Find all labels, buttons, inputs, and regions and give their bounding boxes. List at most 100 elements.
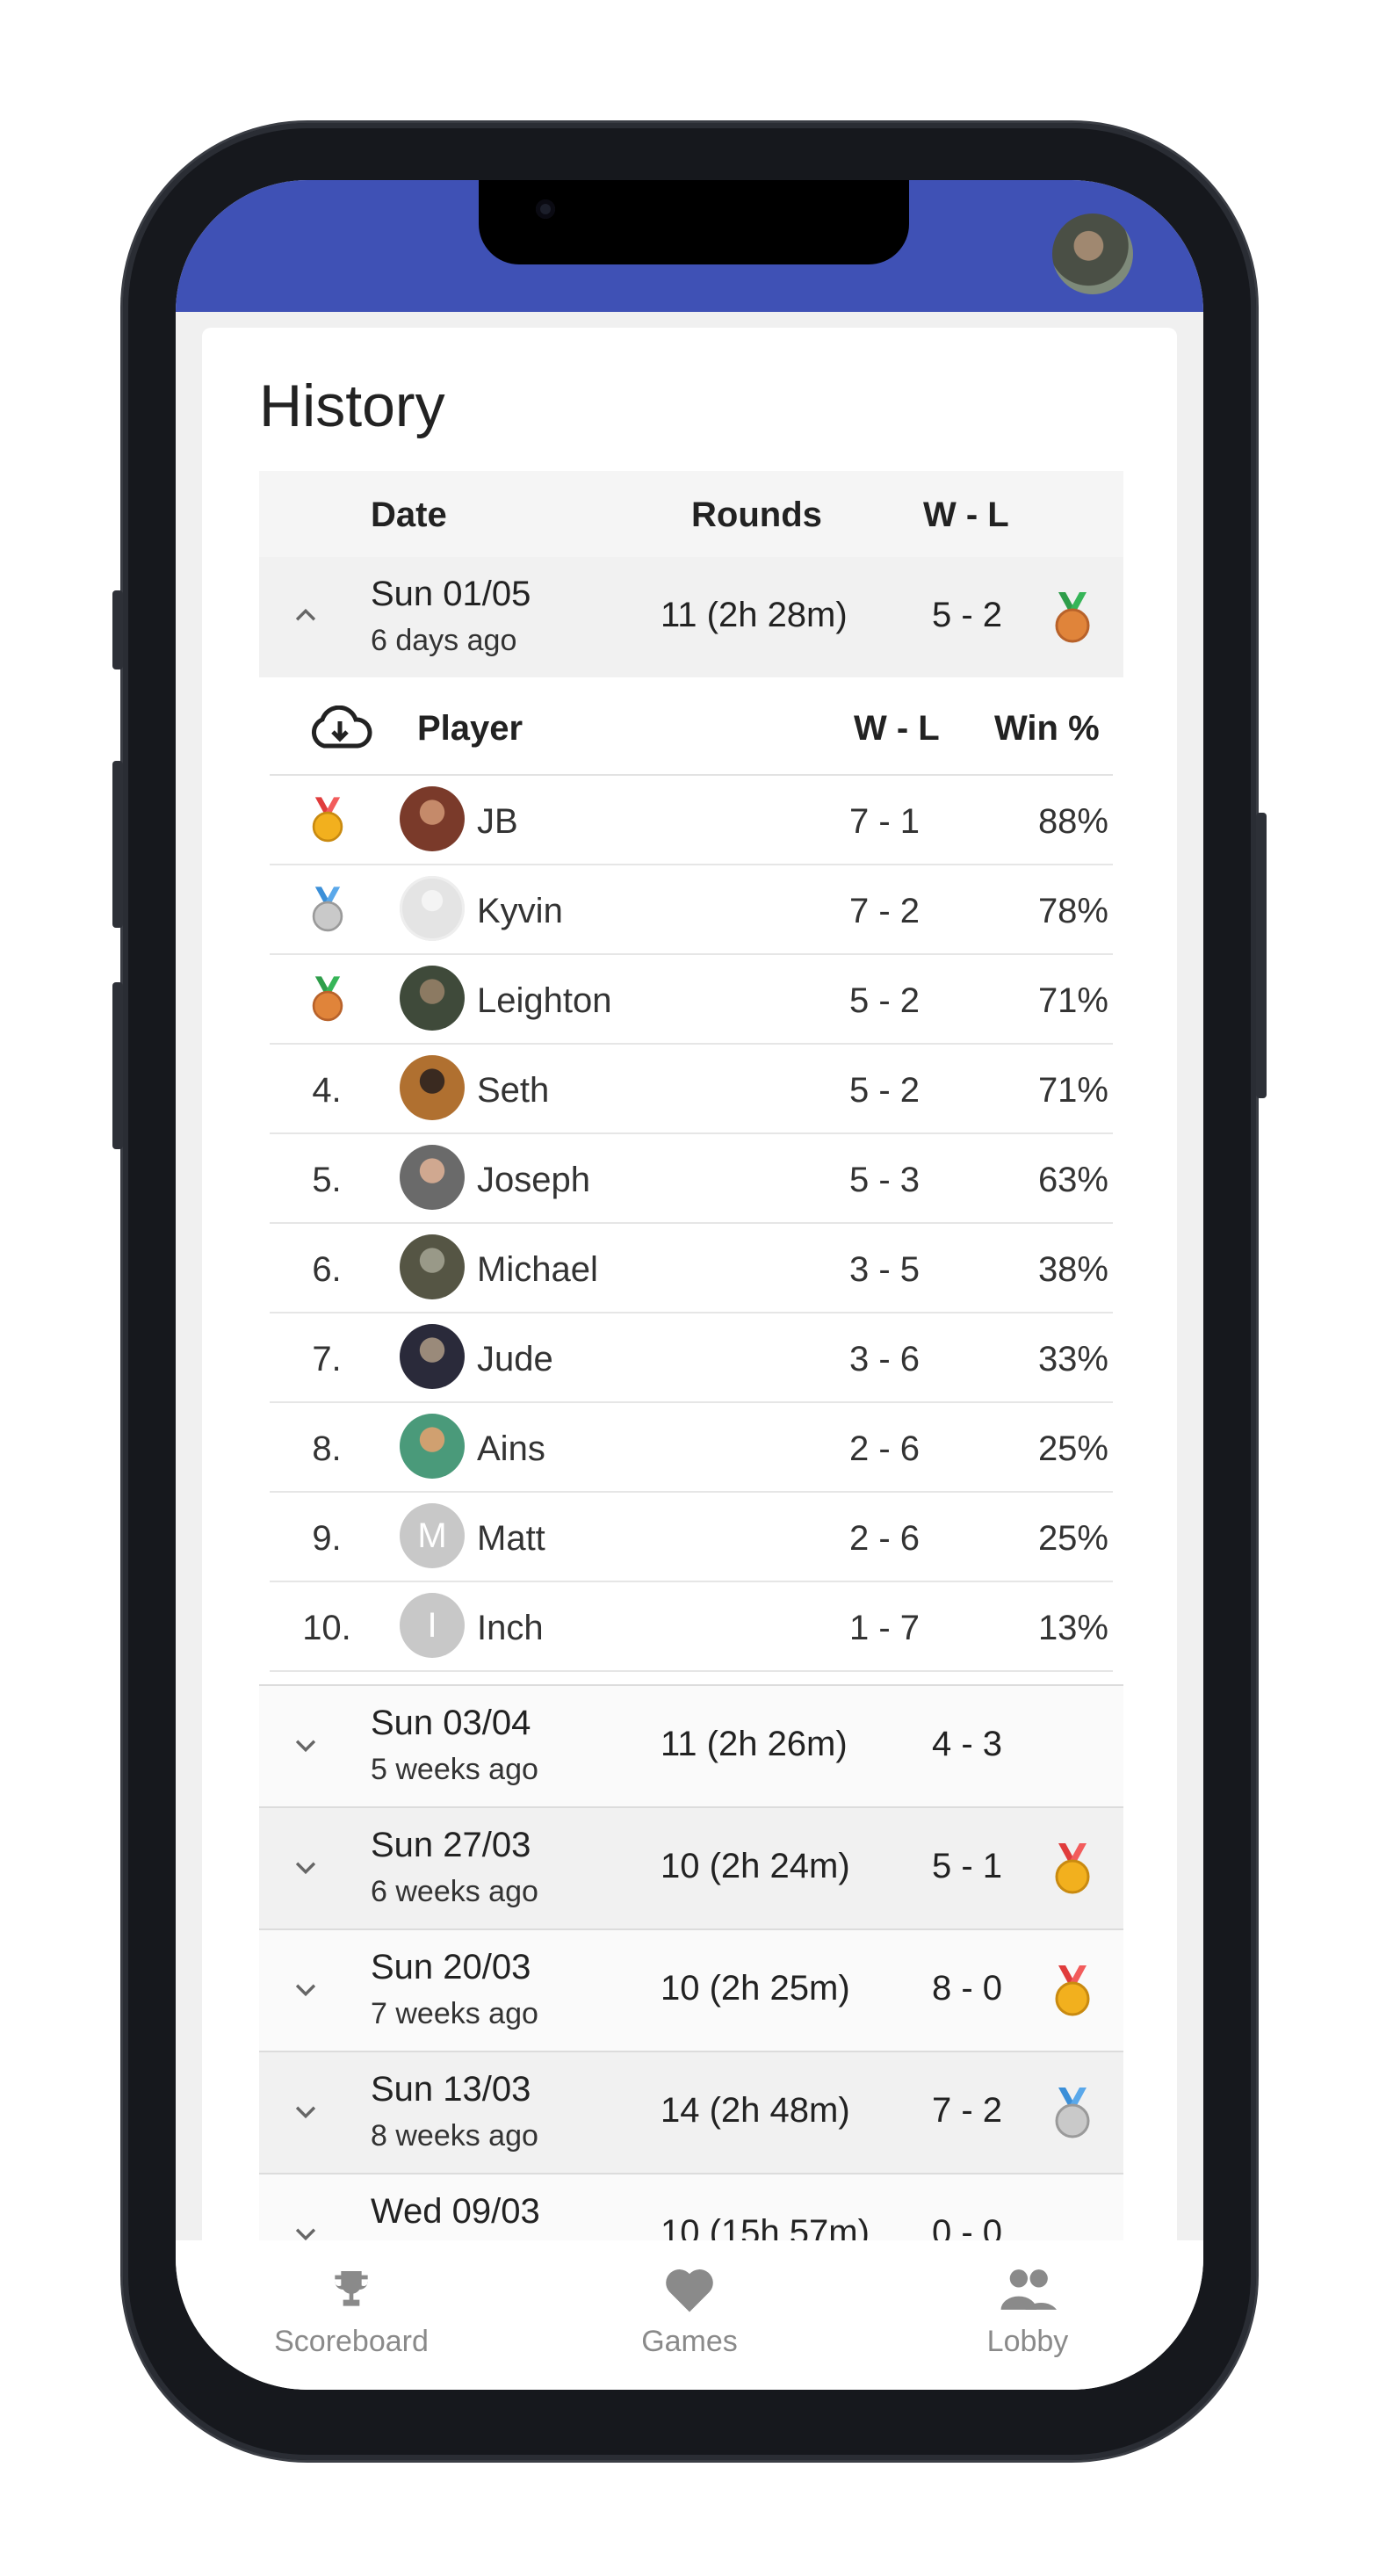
player-row[interactable]: 5. Joseph 5 - 3 63% bbox=[270, 1134, 1113, 1224]
chevron-down-icon[interactable] bbox=[291, 2096, 321, 2126]
player-wl: 2 - 6 bbox=[848, 1429, 920, 1468]
player-row[interactable]: 8. Ains 2 - 6 25% bbox=[270, 1403, 1113, 1493]
player-row[interactable]: Kyvin 7 - 2 78% bbox=[270, 865, 1113, 955]
nav-games[interactable]: Games bbox=[575, 2265, 804, 2359]
session-date: Sun 27/03 bbox=[371, 1826, 531, 1864]
session-row[interactable]: Sun 13/03 8 weeks ago 14 (2h 48m) 7 - 2 bbox=[259, 2052, 1123, 2174]
cloud-download-icon[interactable] bbox=[307, 706, 373, 751]
player-name: Seth bbox=[477, 1071, 550, 1110]
table-header: Date Rounds W - L bbox=[259, 471, 1123, 557]
session-date: Sun 01/05 bbox=[371, 575, 531, 613]
chevron-down-icon[interactable] bbox=[291, 1852, 321, 1882]
bottom-navigation: Scoreboard Games Lobby bbox=[176, 2240, 1203, 2390]
player-win-pct: 13% bbox=[1037, 1609, 1108, 1647]
player-avatar: I bbox=[400, 1593, 465, 1658]
nav-lobby-label: Lobby bbox=[986, 2325, 1069, 2358]
chevron-up-icon[interactable] bbox=[291, 601, 321, 631]
nav-scoreboard[interactable]: Scoreboard bbox=[237, 2265, 466, 2359]
header-wl: W - L bbox=[923, 496, 1009, 534]
session-row[interactable]: Sun 20/03 7 weeks ago 10 (2h 25m) 8 - 0 bbox=[259, 1930, 1123, 2052]
gold-medal-icon bbox=[1055, 1843, 1090, 1894]
app-screen: History Date Rounds W - L Sun 01/05 6 da… bbox=[176, 180, 1203, 2390]
player-name: Leighton bbox=[477, 981, 612, 1020]
nav-lobby[interactable]: Lobby bbox=[913, 2265, 1142, 2359]
session-row[interactable]: Sun 03/04 5 weeks ago 11 (2h 26m) 4 - 3 bbox=[259, 1684, 1123, 1808]
player-wl: 3 - 5 bbox=[848, 1250, 920, 1289]
player-wl: 2 - 6 bbox=[848, 1519, 920, 1558]
player-row[interactable]: 7. Jude 3 - 6 33% bbox=[270, 1313, 1113, 1403]
player-wl: 3 - 6 bbox=[848, 1340, 920, 1378]
player-rank: 4. bbox=[312, 1071, 342, 1110]
session-date: Sun 20/03 bbox=[371, 1948, 531, 1986]
player-row[interactable]: Leighton 5 - 2 71% bbox=[270, 955, 1113, 1045]
player-rank: 5. bbox=[312, 1161, 342, 1199]
player-row[interactable]: 10. I Inch 1 - 7 13% bbox=[270, 1582, 1113, 1672]
player-row[interactable]: 4. Seth 5 - 2 71% bbox=[270, 1045, 1113, 1134]
player-wl: 5 - 3 bbox=[848, 1161, 920, 1199]
session-date: Sun 03/04 bbox=[371, 1704, 531, 1742]
player-rank: 6. bbox=[312, 1250, 342, 1289]
player-avatar bbox=[400, 1234, 465, 1299]
session-ago: 6 weeks ago bbox=[371, 1875, 538, 1908]
trophy-icon bbox=[335, 2271, 368, 2306]
player-win-pct: 71% bbox=[1037, 981, 1108, 1020]
session-wl: 5 - 2 bbox=[932, 596, 1003, 634]
player-rank: 7. bbox=[312, 1340, 342, 1378]
session-ago: 5 weeks ago bbox=[371, 1753, 538, 1786]
player-win-pct: 71% bbox=[1037, 1071, 1108, 1110]
player-avatar bbox=[400, 1324, 465, 1389]
heart-icon bbox=[666, 2269, 713, 2312]
player-wl: 5 - 2 bbox=[848, 1071, 920, 1110]
header-date: Date bbox=[371, 496, 447, 534]
session-rounds: 10 (2h 24m) bbox=[661, 1847, 850, 1885]
notch bbox=[479, 180, 909, 264]
session-row-expanded[interactable]: Sun 01/05 6 days ago 11 (2h 28m) 5 - 2 bbox=[259, 557, 1123, 677]
bronze-medal-icon bbox=[1055, 592, 1090, 643]
player-avatar bbox=[400, 1414, 465, 1479]
header-rounds: Rounds bbox=[691, 496, 822, 534]
gold-medal-icon bbox=[1055, 1965, 1090, 2016]
player-win-pct: 88% bbox=[1037, 802, 1108, 841]
player-win-pct: 33% bbox=[1037, 1340, 1108, 1378]
detail-header-player: Player bbox=[417, 709, 523, 748]
people-icon bbox=[1000, 2269, 1057, 2310]
phone-silent-switch bbox=[112, 590, 123, 669]
player-row[interactable]: 6. Michael 3 - 5 38% bbox=[270, 1224, 1113, 1313]
session-rounds: 14 (2h 48m) bbox=[661, 2091, 850, 2130]
session-wl: 4 - 3 bbox=[932, 1725, 1003, 1763]
detail-header-wl: W - L bbox=[854, 709, 940, 748]
player-list: JB 7 - 1 88% Kyvin 7 - 2 78% Leighton 5 - 2 71% 4… bbox=[270, 776, 1113, 1672]
page-title: History bbox=[259, 373, 445, 439]
nav-scoreboard-label: Scoreboard bbox=[274, 2325, 429, 2358]
session-list: Sun 03/04 5 weeks ago 11 (2h 26m) 4 - 3 Sun … bbox=[259, 1684, 1123, 2297]
gold-medal-icon bbox=[312, 797, 343, 843]
front-camera bbox=[536, 199, 555, 219]
player-rank: 10. bbox=[302, 1609, 351, 1647]
session-row[interactable]: Sun 27/03 6 weeks ago 10 (2h 24m) 5 - 1 bbox=[259, 1808, 1123, 1930]
bronze-medal-icon bbox=[312, 976, 343, 1022]
player-name: Jude bbox=[477, 1340, 553, 1378]
user-avatar[interactable] bbox=[1052, 213, 1133, 294]
history-table: Date Rounds W - L Sun 01/05 6 days ago 1… bbox=[259, 471, 1123, 2297]
player-name: Matt bbox=[477, 1519, 545, 1558]
player-row[interactable]: 9. M Matt 2 - 6 25% bbox=[270, 1493, 1113, 1582]
detail-header-pct: Win % bbox=[994, 709, 1100, 748]
chevron-down-icon[interactable] bbox=[291, 1730, 321, 1760]
detail-header: Player W - L Win % bbox=[270, 677, 1113, 776]
player-rank: 9. bbox=[312, 1519, 342, 1558]
chevron-down-icon[interactable] bbox=[291, 1974, 321, 2004]
player-name: Michael bbox=[477, 1250, 598, 1289]
player-win-pct: 63% bbox=[1037, 1161, 1108, 1199]
phone-volume-down bbox=[112, 982, 123, 1149]
silver-medal-icon bbox=[1055, 2088, 1090, 2138]
session-ago: 8 weeks ago bbox=[371, 2119, 538, 2153]
session-wl: 5 - 1 bbox=[932, 1847, 1003, 1885]
session-date: Sun 13/03 bbox=[371, 2070, 531, 2109]
player-win-pct: 25% bbox=[1037, 1429, 1108, 1468]
session-ago: 7 weeks ago bbox=[371, 1997, 538, 2030]
session-rounds: 11 (2h 26m) bbox=[661, 1725, 848, 1763]
nav-games-label: Games bbox=[641, 2325, 738, 2358]
player-row[interactable]: JB 7 - 1 88% bbox=[270, 776, 1113, 865]
player-win-pct: 78% bbox=[1037, 892, 1108, 930]
player-avatar: M bbox=[400, 1503, 465, 1568]
